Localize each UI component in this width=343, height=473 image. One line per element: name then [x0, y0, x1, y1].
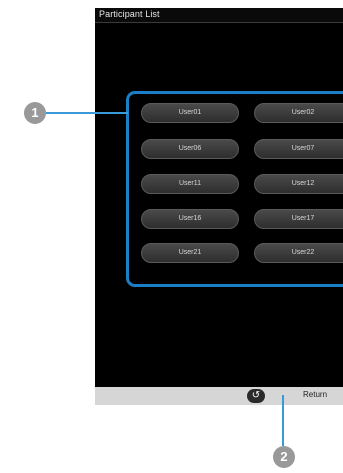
user-button[interactable]: User21	[141, 243, 239, 263]
manual-figure: Participant List User01 User02 User06 Us…	[0, 0, 343, 473]
user-button[interactable]: User06	[141, 139, 239, 159]
bottom-bar: ↺ Return	[95, 387, 343, 405]
user-button[interactable]: User12	[254, 174, 343, 194]
return-arrow-icon: ↺	[247, 389, 265, 403]
screen-title: Participant List	[99, 9, 160, 19]
user-button[interactable]: User02	[254, 103, 343, 123]
return-label: Return	[303, 390, 328, 399]
callout-marker-1: 1	[24, 102, 46, 124]
user-button[interactable]: User17	[254, 209, 343, 229]
title-bar: Participant List	[95, 8, 343, 23]
callout-marker-2: 2	[273, 446, 295, 468]
participant-list-screen: Participant List User01 User02 User06 Us…	[95, 8, 343, 405]
user-button[interactable]: User11	[141, 174, 239, 194]
user-button[interactable]: User22	[254, 243, 343, 263]
user-button[interactable]: User01	[141, 103, 239, 123]
return-button[interactable]: ↺ Return	[247, 389, 343, 403]
user-button[interactable]: User16	[141, 209, 239, 229]
user-button[interactable]: User07	[254, 139, 343, 159]
